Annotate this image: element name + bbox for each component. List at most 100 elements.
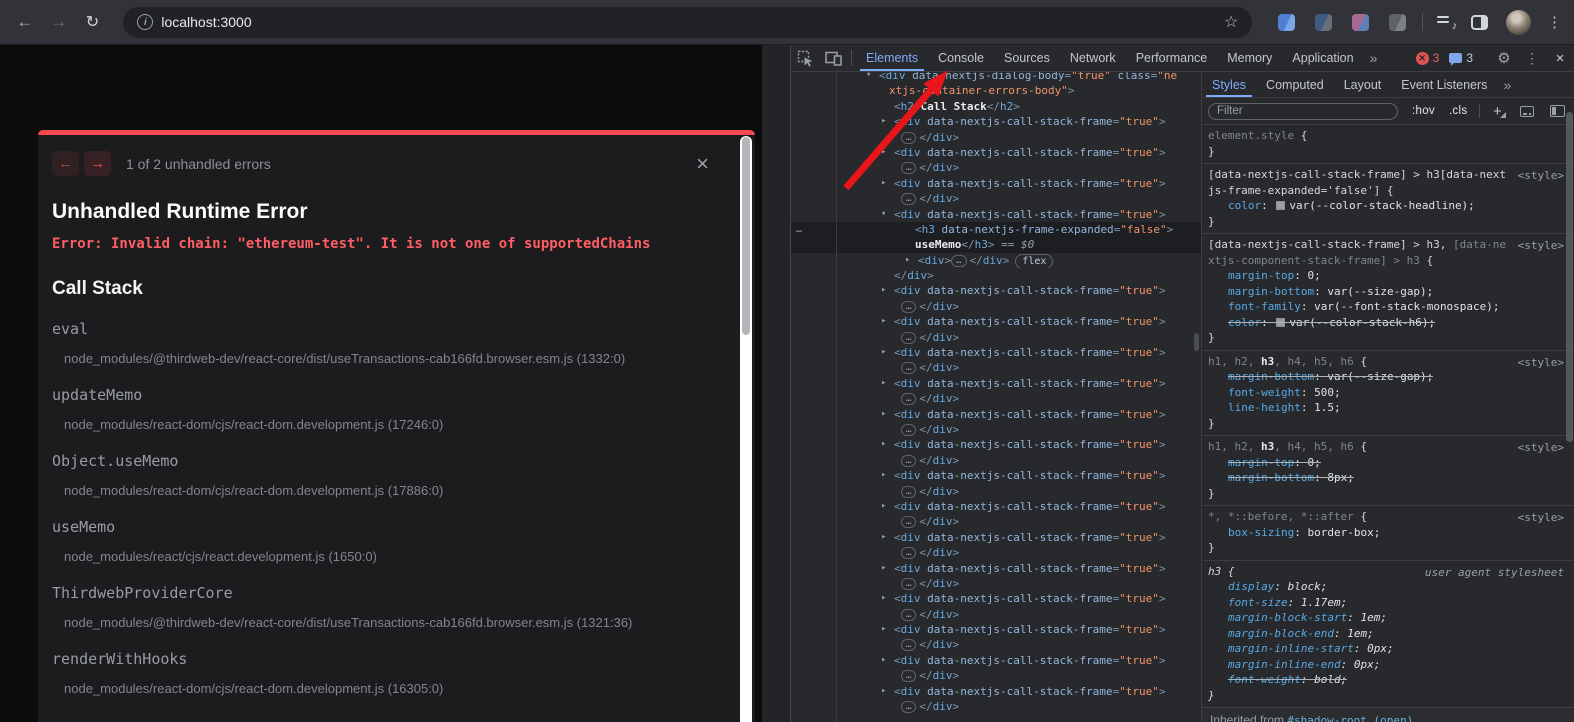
site-info-icon[interactable]: i [137,14,153,30]
expand-ellipsis-button[interactable]: … [901,193,916,205]
dom-tree-row[interactable]: useMemo</h3> == $0 [791,237,1201,252]
sidebar-tab-styles[interactable]: Styles [1202,72,1256,97]
css-property[interactable]: margin-bottom: var(--size-gap); [1208,284,1560,300]
dom-tree-row[interactable]: ▸<div data-nextjs-call-stack-frame="true… [791,591,1201,606]
sidebar-tab-layout[interactable]: Layout [1334,72,1392,97]
expand-ellipsis-button[interactable]: … [951,255,966,267]
collapsed-arrow-icon[interactable]: ▸ [881,653,886,668]
dom-tree-row[interactable]: …</div> [791,422,1201,437]
tab-application[interactable]: Application [1282,45,1363,71]
expand-ellipsis-button[interactable]: … [901,578,916,590]
browser-menu-icon[interactable]: ⋮ [1547,13,1562,31]
css-property[interactable]: margin-top: 0; [1208,455,1560,471]
rule-selector[interactable]: [data-nextjs-call-stack-frame] > h3, [da… [1208,237,1560,268]
tree-scrollbar-thumb[interactable] [1194,333,1199,351]
collapsed-arrow-icon[interactable]: ▸ [881,622,886,637]
collapsed-arrow-icon[interactable]: ▸ [881,176,886,191]
css-property[interactable]: display: block; [1208,579,1560,595]
devtools-close-icon[interactable]: × [1546,50,1574,67]
style-origin-link[interactable]: <style> [1518,440,1564,456]
css-property[interactable]: color: var(--color-stack-headline); [1208,198,1560,214]
more-tabs-icon[interactable]: » [1364,45,1384,71]
close-overlay-icon[interactable]: × [696,154,709,174]
dom-tree-row[interactable]: …</div> [791,484,1201,499]
dom-tree-row[interactable]: …</div> [791,607,1201,622]
css-property[interactable]: margin-top: 0; [1208,268,1560,284]
extension-pink-blue[interactable] [1352,14,1369,31]
dom-tree-row[interactable]: …</div> [791,330,1201,345]
color-swatch[interactable] [1276,201,1285,210]
toggle-sidebar-icon[interactable] [1550,105,1565,117]
new-style-rule-button[interactable]: + [1488,103,1506,120]
dom-tree-row[interactable]: ▸<div data-nextjs-call-stack-frame="true… [791,376,1201,391]
dom-tree-row[interactable]: ▸<div data-nextjs-call-stack-frame="true… [791,314,1201,329]
css-property[interactable]: margin-bottom: var(--size-gap); [1208,369,1560,385]
dom-tree-row[interactable]: ▸<div data-nextjs-call-stack-frame="true… [791,407,1201,422]
css-property[interactable]: line-height: 1.5; [1208,400,1560,416]
flex-adorner-badge[interactable]: flex [1015,254,1053,268]
collapsed-arrow-icon[interactable]: ▸ [881,684,886,699]
reload-button[interactable]: ↻ [76,12,110,32]
expand-ellipsis-button[interactable]: … [901,639,916,651]
dom-tree-row[interactable]: ▸<div data-nextjs-call-stack-frame="true… [791,437,1201,452]
rendering-emulation-icon[interactable] [1520,106,1534,117]
style-origin-link[interactable]: <style> [1518,238,1564,254]
css-property[interactable]: font-family: var(--font-stack-monospace)… [1208,299,1560,315]
console-messages-badge[interactable]: 3 [1449,51,1473,65]
call-stack-frame[interactable]: Object.useMemonode_modules/react-dom/cjs… [52,452,709,498]
call-stack-frame[interactable]: evalnode_modules/@thirdweb-dev/react-cor… [52,320,709,366]
sidebar-tab-event-listeners[interactable]: Event Listeners [1391,72,1497,97]
toggle-element-state-button[interactable]: :hov [1412,105,1435,117]
profile-avatar[interactable] [1506,10,1531,35]
css-property[interactable]: font-weight: 500; [1208,385,1560,401]
css-property[interactable]: margin-inline-start: 0px; [1208,641,1560,657]
dom-tree-row[interactable]: ▸<div data-nextjs-call-stack-frame="true… [791,684,1201,699]
css-property[interactable]: margin-bottom: 8px; [1208,470,1560,486]
sidebar-tab-computed[interactable]: Computed [1256,72,1334,97]
expand-ellipsis-button[interactable]: … [901,609,916,621]
collapsed-arrow-icon[interactable]: ▸ [881,561,886,576]
extension-blue-gray[interactable] [1315,14,1332,31]
expand-ellipsis-button[interactable]: … [901,486,916,498]
tab-network[interactable]: Network [1060,45,1126,71]
extension-gray[interactable] [1389,14,1406,31]
dom-tree-row[interactable]: ▸<div data-nextjs-call-stack-frame="true… [791,145,1201,160]
devtools-menu-icon[interactable]: ⋮ [1518,50,1546,67]
dom-tree-row[interactable]: ▸<div data-nextjs-call-stack-frame="true… [791,561,1201,576]
expand-ellipsis-button[interactable]: … [901,670,916,682]
rule-selector[interactable]: *, *::before, *::after { [1208,509,1560,525]
dom-tree-row[interactable]: …</div> [791,514,1201,529]
dom-tree-row[interactable]: xtjs-container-errors-body"> [791,83,1201,98]
dom-tree-row[interactable]: …</div> [791,637,1201,652]
rule-selector[interactable]: h1, h2, h3, h4, h5, h6 { [1208,439,1560,455]
dom-tree-row[interactable]: …</div> [791,299,1201,314]
dom-tree-row[interactable]: …</div> [791,360,1201,375]
console-errors-badge[interactable]: ✕ 3 [1416,51,1440,65]
css-property[interactable]: color: var(--color-stack-h6); [1208,315,1560,331]
dom-tree-row[interactable]: ▸<div data-nextjs-call-stack-frame="true… [791,468,1201,483]
rule-selector[interactable]: element.style { [1208,128,1560,144]
call-stack-frame[interactable]: updateMemonode_modules/react-dom/cjs/rea… [52,386,709,432]
expand-ellipsis-button[interactable]: … [901,332,916,344]
side-panel-icon[interactable] [1471,15,1488,30]
url-text[interactable]: localhost:3000 [161,14,251,30]
tab-performance[interactable]: Performance [1126,45,1218,71]
tab-sources[interactable]: Sources [994,45,1060,71]
shadow-root-link[interactable]: #shadow-root (open) [1287,714,1413,722]
dom-tree-row[interactable]: </div> [791,268,1201,283]
dom-tree-row[interactable]: ▸<div data-nextjs-call-stack-frame="true… [791,114,1201,129]
dom-tree-row[interactable]: …</div> [791,453,1201,468]
css-property[interactable]: margin-block-end: 1em; [1208,626,1560,642]
media-controls-icon[interactable]: ♪ [1437,15,1455,29]
call-stack-frame[interactable]: ThirdwebProviderCorenode_modules/@thirdw… [52,584,709,630]
dom-tree-row[interactable]: ▸<div data-nextjs-call-stack-frame="true… [791,176,1201,191]
call-stack-frame[interactable]: renderWithHooksnode_modules/react-dom/cj… [52,650,709,696]
collapsed-arrow-icon[interactable]: ▸ [905,253,910,268]
dom-tree-row[interactable]: ▸<div data-nextjs-call-stack-frame="true… [791,622,1201,637]
dialog-scrollbar[interactable] [740,136,752,722]
css-property[interactable]: font-weight: bold; [1208,672,1560,688]
expand-ellipsis-button[interactable]: … [901,393,916,405]
collapsed-arrow-icon[interactable]: ▸ [881,530,886,545]
dom-tree-row[interactable]: …</div> [791,576,1201,591]
dom-tree-row[interactable]: ▾<div data-nextjs-call-stack-frame="true… [791,207,1201,222]
